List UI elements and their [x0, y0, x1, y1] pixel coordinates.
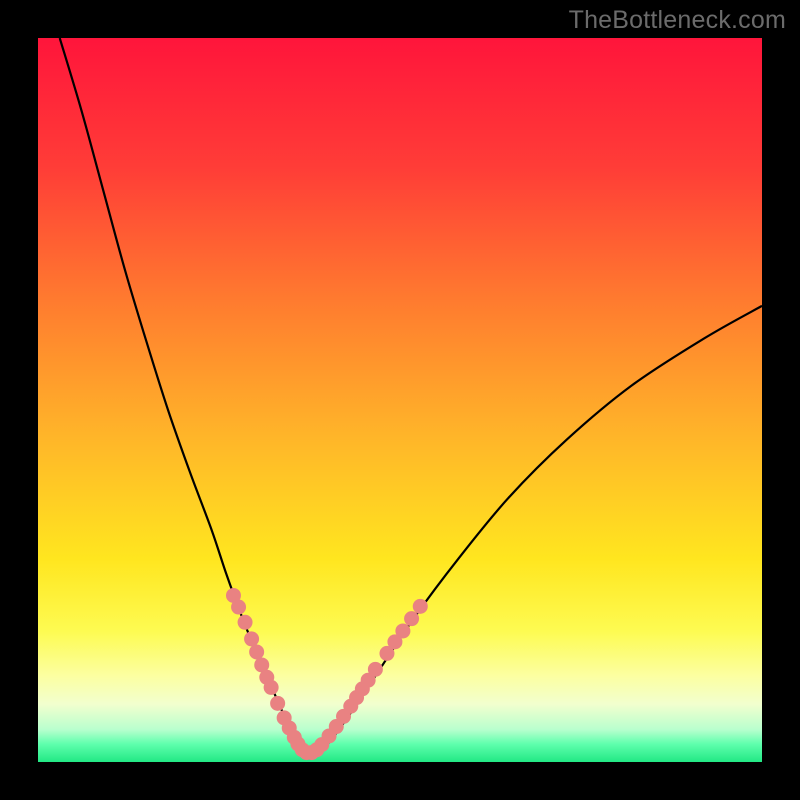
marker-dot [413, 599, 428, 614]
marker-dot [395, 623, 410, 638]
watermark-text: TheBottleneck.com [569, 6, 786, 35]
chart-svg [38, 38, 762, 762]
chart-frame: TheBottleneck.com [0, 0, 800, 800]
marker-dot [404, 611, 419, 626]
marker-dot [244, 631, 259, 646]
plot-area [38, 38, 762, 762]
marker-dot [249, 644, 264, 659]
marker-dot [231, 600, 246, 615]
gradient-background [38, 38, 762, 762]
marker-dot [368, 662, 383, 677]
marker-dot [238, 615, 253, 630]
marker-dot [264, 680, 279, 695]
marker-dot [270, 696, 285, 711]
